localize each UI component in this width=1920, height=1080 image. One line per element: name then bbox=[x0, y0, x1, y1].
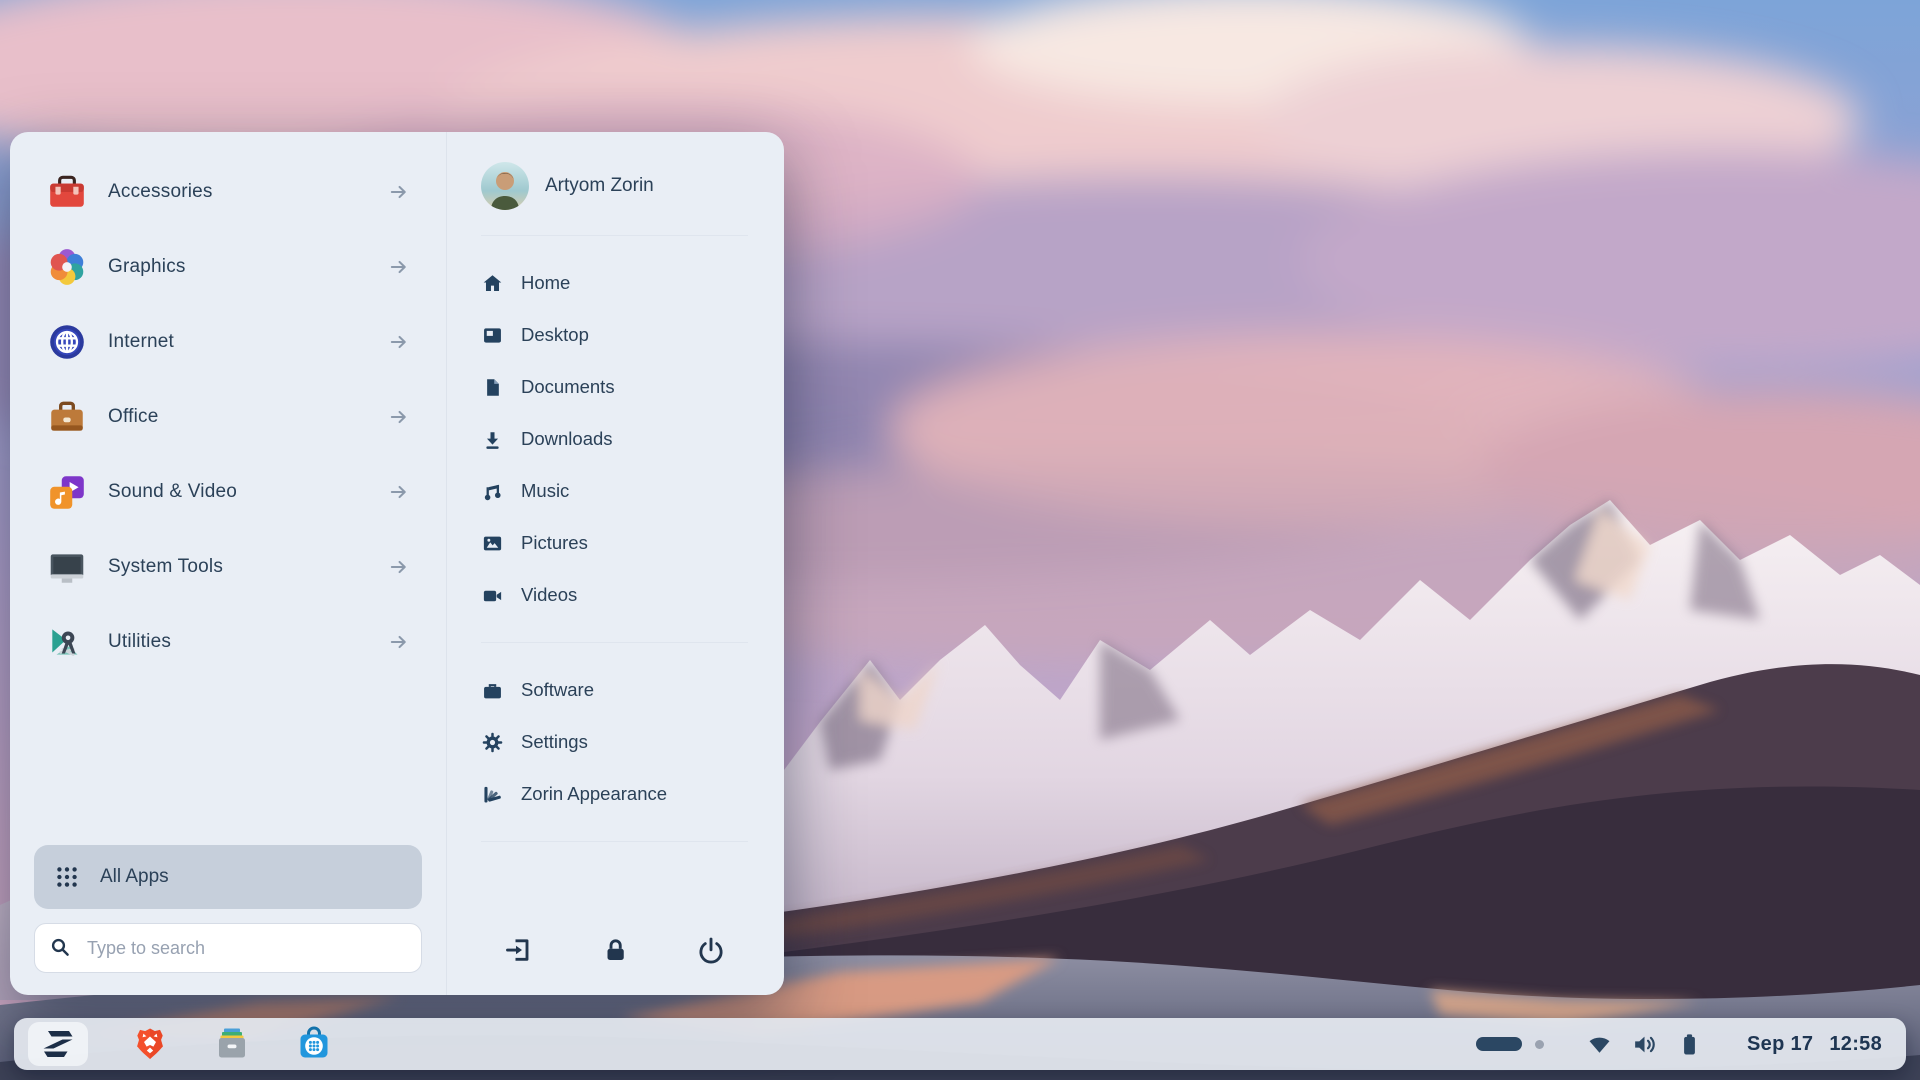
arrow-right-icon bbox=[388, 181, 410, 203]
music-note-icon bbox=[481, 480, 504, 503]
divider bbox=[481, 841, 748, 842]
divider bbox=[481, 235, 748, 236]
menu-item-zorin-appearance[interactable]: Zorin Appearance bbox=[481, 768, 748, 820]
tray-date: Sep 17 bbox=[1747, 1033, 1813, 1056]
globe-icon bbox=[46, 321, 88, 363]
search-input[interactable] bbox=[85, 937, 407, 960]
arrow-right-icon bbox=[388, 406, 410, 428]
menu-item-label: Settings bbox=[521, 731, 588, 753]
category-label: Internet bbox=[108, 331, 174, 353]
desktop-icon bbox=[481, 324, 504, 347]
video-camera-icon bbox=[481, 584, 504, 607]
place-label: Home bbox=[521, 272, 570, 294]
software-briefcase-icon bbox=[481, 679, 504, 702]
color-wheel-icon bbox=[46, 246, 88, 288]
zorin-menu-icon bbox=[38, 1024, 78, 1064]
apps-grid-icon bbox=[54, 864, 80, 890]
category-system-tools[interactable]: System Tools bbox=[34, 529, 422, 604]
utilities-tools-icon bbox=[46, 621, 88, 663]
arrow-right-icon bbox=[388, 331, 410, 353]
category-internet[interactable]: Internet bbox=[34, 304, 422, 379]
arrow-right-icon bbox=[388, 556, 410, 578]
search-icon bbox=[49, 936, 73, 960]
place-desktop[interactable]: Desktop bbox=[481, 309, 748, 361]
tray-time: 12:58 bbox=[1829, 1033, 1882, 1056]
category-utilities[interactable]: Utilities bbox=[34, 604, 422, 679]
category-label: Sound & Video bbox=[108, 481, 237, 503]
wifi-icon[interactable] bbox=[1586, 1031, 1613, 1058]
appearance-fan-icon bbox=[481, 783, 504, 806]
volume-icon[interactable] bbox=[1631, 1031, 1658, 1058]
menu-item-label: Zorin Appearance bbox=[521, 783, 667, 805]
place-label: Documents bbox=[521, 376, 615, 398]
system-tray: Sep 17 12:58 bbox=[1476, 1031, 1892, 1058]
software-store-icon[interactable] bbox=[294, 1024, 334, 1064]
menu-categories-column: Accessories Graphics bbox=[10, 132, 446, 995]
document-icon bbox=[481, 376, 504, 399]
place-music[interactable]: Music bbox=[481, 465, 748, 517]
menu-item-settings[interactable]: Settings bbox=[481, 716, 748, 768]
monitor-icon bbox=[46, 546, 88, 588]
media-icon bbox=[46, 471, 88, 513]
status-dot-icon bbox=[1535, 1040, 1544, 1049]
clock[interactable]: Sep 17 12:58 bbox=[1747, 1033, 1882, 1056]
user-menu-item[interactable]: Artyom Zorin bbox=[481, 158, 748, 214]
all-apps-button[interactable]: All Apps bbox=[34, 845, 422, 909]
app-menu-panel: Accessories Graphics bbox=[10, 132, 784, 995]
category-office[interactable]: Office bbox=[34, 379, 422, 454]
search-bar bbox=[34, 923, 422, 973]
category-sound-video[interactable]: Sound & Video bbox=[34, 454, 422, 529]
session-buttons-row bbox=[481, 935, 748, 969]
category-label: System Tools bbox=[108, 556, 223, 578]
place-label: Desktop bbox=[521, 324, 589, 346]
place-pictures[interactable]: Pictures bbox=[481, 517, 748, 569]
lock-icon[interactable] bbox=[600, 935, 630, 965]
file-manager-icon[interactable] bbox=[212, 1024, 252, 1064]
picture-icon bbox=[481, 532, 504, 555]
briefcase-icon bbox=[46, 396, 88, 438]
category-graphics[interactable]: Graphics bbox=[34, 229, 422, 304]
battery-capsule-icon[interactable] bbox=[1476, 1037, 1522, 1051]
zorin-menu-button[interactable] bbox=[28, 1022, 88, 1066]
category-label: Office bbox=[108, 406, 158, 428]
log-out-icon[interactable] bbox=[503, 935, 533, 965]
home-icon bbox=[481, 272, 504, 295]
taskbar: Sep 17 12:58 bbox=[14, 1018, 1906, 1070]
place-label: Pictures bbox=[521, 532, 588, 554]
arrow-right-icon bbox=[388, 631, 410, 653]
place-label: Music bbox=[521, 480, 569, 502]
place-home[interactable]: Home bbox=[481, 257, 748, 309]
taskbar-apps bbox=[28, 1022, 334, 1066]
category-accessories[interactable]: Accessories bbox=[34, 154, 422, 229]
category-label: Utilities bbox=[108, 631, 171, 653]
user-name: Artyom Zorin bbox=[545, 175, 654, 197]
category-label: Accessories bbox=[108, 181, 213, 203]
brave-browser-icon[interactable] bbox=[130, 1024, 170, 1064]
menu-item-label: Software bbox=[521, 679, 594, 701]
place-downloads[interactable]: Downloads bbox=[481, 413, 748, 465]
menu-item-software[interactable]: Software bbox=[481, 664, 748, 716]
arrow-right-icon bbox=[388, 481, 410, 503]
user-avatar bbox=[481, 162, 529, 210]
place-videos[interactable]: Videos bbox=[481, 569, 748, 621]
power-icon[interactable] bbox=[696, 935, 726, 965]
category-label: Graphics bbox=[108, 256, 186, 278]
menu-places-column: Artyom Zorin Home Desktop Documents bbox=[446, 132, 784, 995]
battery-icon[interactable] bbox=[1676, 1031, 1703, 1058]
place-documents[interactable]: Documents bbox=[481, 361, 748, 413]
place-label: Downloads bbox=[521, 428, 613, 450]
all-apps-label: All Apps bbox=[100, 866, 169, 888]
download-icon bbox=[481, 428, 504, 451]
gear-icon bbox=[481, 731, 504, 754]
toolbox-icon bbox=[46, 171, 88, 213]
arrow-right-icon bbox=[388, 256, 410, 278]
divider bbox=[481, 642, 748, 643]
place-label: Videos bbox=[521, 584, 577, 606]
spacer bbox=[34, 679, 422, 845]
